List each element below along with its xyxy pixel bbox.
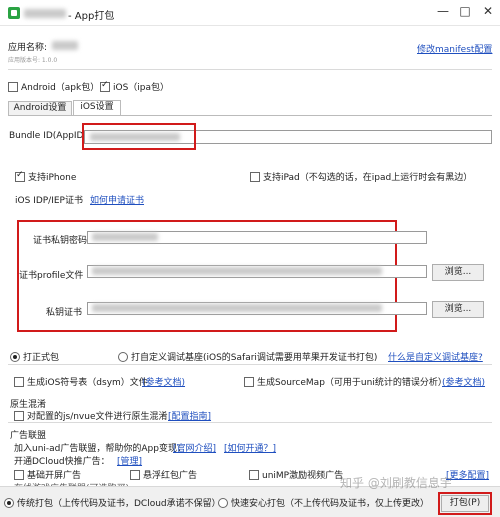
checkbox-icon — [14, 411, 24, 421]
checkbox-icon — [250, 172, 260, 182]
android-label: Android（apk包） — [21, 83, 100, 93]
dsym-doc-link[interactable]: (参考文档) — [142, 375, 185, 388]
browse-profile-button[interactable]: 浏览... — [432, 264, 484, 281]
ios-checkbox[interactable]: iOS（ipa包） — [100, 80, 169, 93]
apply-cert-link[interactable]: 如何申请证书 — [90, 193, 144, 206]
private-cert-blurred — [92, 304, 382, 312]
checkbox-checked-icon — [100, 80, 110, 92]
checkbox-icon — [8, 82, 18, 92]
sourcemap-doc-link[interactable]: (参考文档) — [442, 375, 485, 388]
browse-cert-button[interactable]: 浏览... — [432, 301, 484, 318]
ads-section: 广告联盟 — [10, 431, 47, 441]
ipad-checkbox[interactable]: 支持iPad（不勾选的话，在ipad上运行时会有黑边） — [250, 170, 472, 183]
custom-base-label: 打自定义调试基座(iOS的Safari调试需要用苹果开发证书打包) — [131, 353, 378, 363]
what-is-custom-base-link[interactable]: 什么是自定义调试基座? — [388, 350, 483, 363]
radio-selected-icon — [10, 352, 20, 362]
cert-password-blurred — [92, 233, 158, 241]
formal-build-radio[interactable]: 打正式包 — [10, 350, 59, 363]
float-ad-label: 悬浮红包广告 — [143, 471, 198, 481]
more-config-link[interactable]: [更多配置] — [446, 468, 489, 481]
radio-selected-icon — [4, 498, 14, 508]
cert-password-label: 证书私钥密码 — [33, 236, 88, 246]
native-confusion-label: 对配置的js/nvue文件进行原生混淆 — [27, 412, 168, 422]
unimp-ad-checkbox[interactable]: uniMP激励视频广告 — [249, 468, 343, 481]
dsym-label: 生成iOS符号表（dsym）文件 — [27, 378, 148, 388]
checkbox-icon — [249, 470, 259, 480]
dcloud-ads-text: 开通DCloud快推广告： — [14, 457, 110, 467]
checkbox-icon — [14, 470, 24, 480]
checkbox-icon — [244, 377, 254, 387]
sourcemap-label: 生成SourceMap（可用于uni统计的错误分析） — [257, 378, 447, 388]
iphone-label: 支持iPhone — [28, 173, 77, 183]
private-cert-label: 私钥证书 — [46, 308, 83, 318]
divider — [8, 422, 492, 423]
float-ad-checkbox[interactable]: 悬浮红包广告 — [130, 468, 197, 481]
tab-divider — [8, 115, 492, 116]
cert-section-label: iOS IDP/IEP证书 — [15, 196, 83, 206]
traditional-pack-label: 传统打包（上传代码及证书，DCloud承诺不保留） — [17, 499, 221, 509]
sourcemap-checkbox[interactable]: 生成SourceMap（可用于uni统计的错误分析） — [244, 375, 447, 388]
splash-ad-label: 基础开屏广告 — [27, 471, 82, 481]
radio-icon — [218, 498, 228, 508]
watermark-text: 知乎 @刘刷教信息宇 — [340, 476, 452, 490]
checkbox-icon — [130, 470, 140, 480]
ads-join-text: 加入uni-ad广告联盟，帮助你的App变现： — [14, 444, 186, 454]
cert-profile-label: 证书profile文件 — [19, 271, 84, 281]
ios-label: iOS（ipa包） — [113, 83, 170, 93]
radio-icon — [118, 352, 128, 362]
minimize-icon[interactable]: — — [436, 4, 450, 18]
native-confusion-checkbox[interactable]: 对配置的js/nvue文件进行原生混淆 — [14, 409, 168, 422]
custom-base-radio[interactable]: 打自定义调试基座(iOS的Safari调试需要用苹果开发证书打包) — [118, 350, 377, 363]
window-title: - App打包 — [68, 11, 115, 22]
divider — [8, 69, 492, 70]
iphone-checkbox[interactable]: 支持iPhone — [15, 170, 76, 183]
maximize-icon[interactable]: □ — [458, 4, 472, 18]
cert-profile-blurred — [92, 267, 382, 275]
android-checkbox[interactable]: Android（apk包） — [8, 80, 99, 93]
highlight-box-bundle — [82, 123, 196, 150]
tab-ios-settings[interactable]: iOS设置 — [73, 100, 121, 115]
formal-build-label: 打正式包 — [23, 353, 60, 363]
app-version-label: 应用版本号: 1.0.0 — [8, 57, 58, 64]
ipad-label: 支持iPad（不勾选的话，在ipad上运行时会有黑边） — [263, 173, 473, 183]
fast-pack-radio[interactable]: 快速安心打包（不上传代码及证书，仅上传更改） — [218, 496, 429, 509]
project-name-blurred — [24, 9, 66, 18]
how-to-enable-link[interactable]: [如何开通？] — [224, 441, 276, 454]
tab-android-settings[interactable]: Android设置 — [8, 101, 72, 115]
manage-link[interactable]: [管理] — [117, 454, 142, 467]
official-intro-link[interactable]: [官网介绍] — [173, 441, 216, 454]
splash-ad-checkbox[interactable]: 基础开屏广告 — [14, 468, 81, 481]
app-name-value-blurred — [52, 41, 78, 50]
app-name-label: 应用名称: — [8, 43, 48, 53]
pack-button[interactable]: 打包(P) — [441, 495, 489, 512]
app-logo-icon — [8, 7, 20, 19]
unimp-ad-label: uniMP激励视频广告 — [262, 471, 344, 481]
close-icon[interactable]: ✕ — [481, 4, 495, 18]
bundle-id-label: Bundle ID(AppID) — [9, 131, 87, 141]
traditional-pack-radio[interactable]: 传统打包（上传代码及证书，DCloud承诺不保留） — [4, 496, 221, 509]
dsym-checkbox[interactable]: 生成iOS符号表（dsym）文件 — [14, 375, 148, 388]
checkbox-icon — [14, 377, 24, 387]
config-guide-link[interactable]: [配置指南] — [168, 409, 211, 422]
fast-pack-label: 快速安心打包（不上传代码及证书，仅上传更改） — [231, 499, 430, 509]
title-bar: - App打包 — □ ✕ — [0, 0, 500, 26]
checkbox-checked-icon — [15, 170, 25, 182]
modify-manifest-link[interactable]: 修改manifest配置 — [417, 42, 492, 55]
divider — [8, 364, 492, 365]
